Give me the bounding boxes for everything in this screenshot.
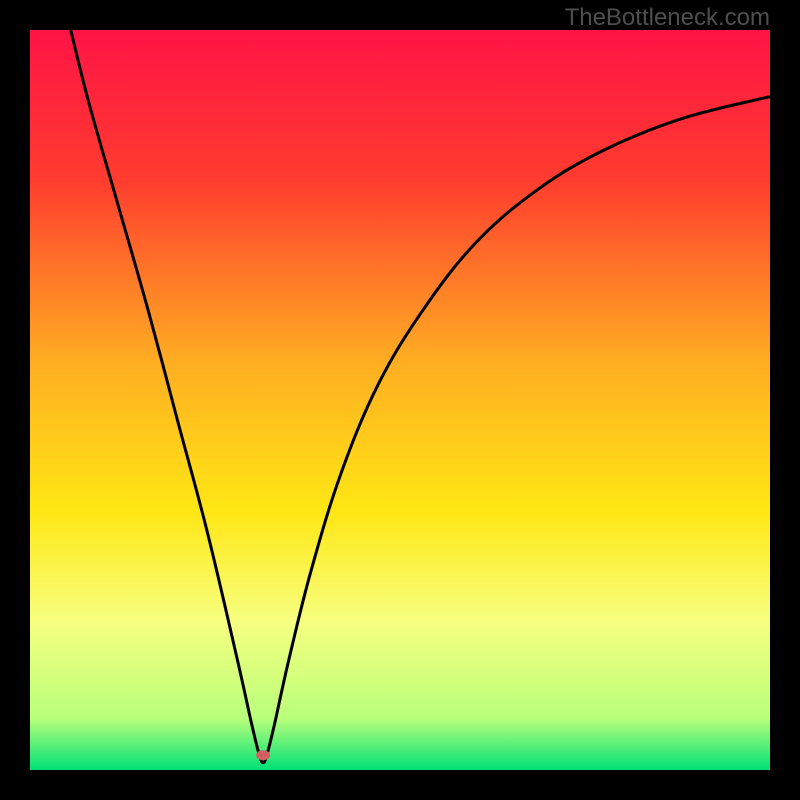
gradient-rect (30, 30, 770, 770)
optimum-marker (256, 750, 270, 760)
watermark-label: TheBottleneck.com (565, 4, 770, 32)
chart-frame: TheBottleneck.com (0, 0, 800, 800)
chart-svg (30, 30, 770, 770)
plot-area (30, 30, 770, 770)
